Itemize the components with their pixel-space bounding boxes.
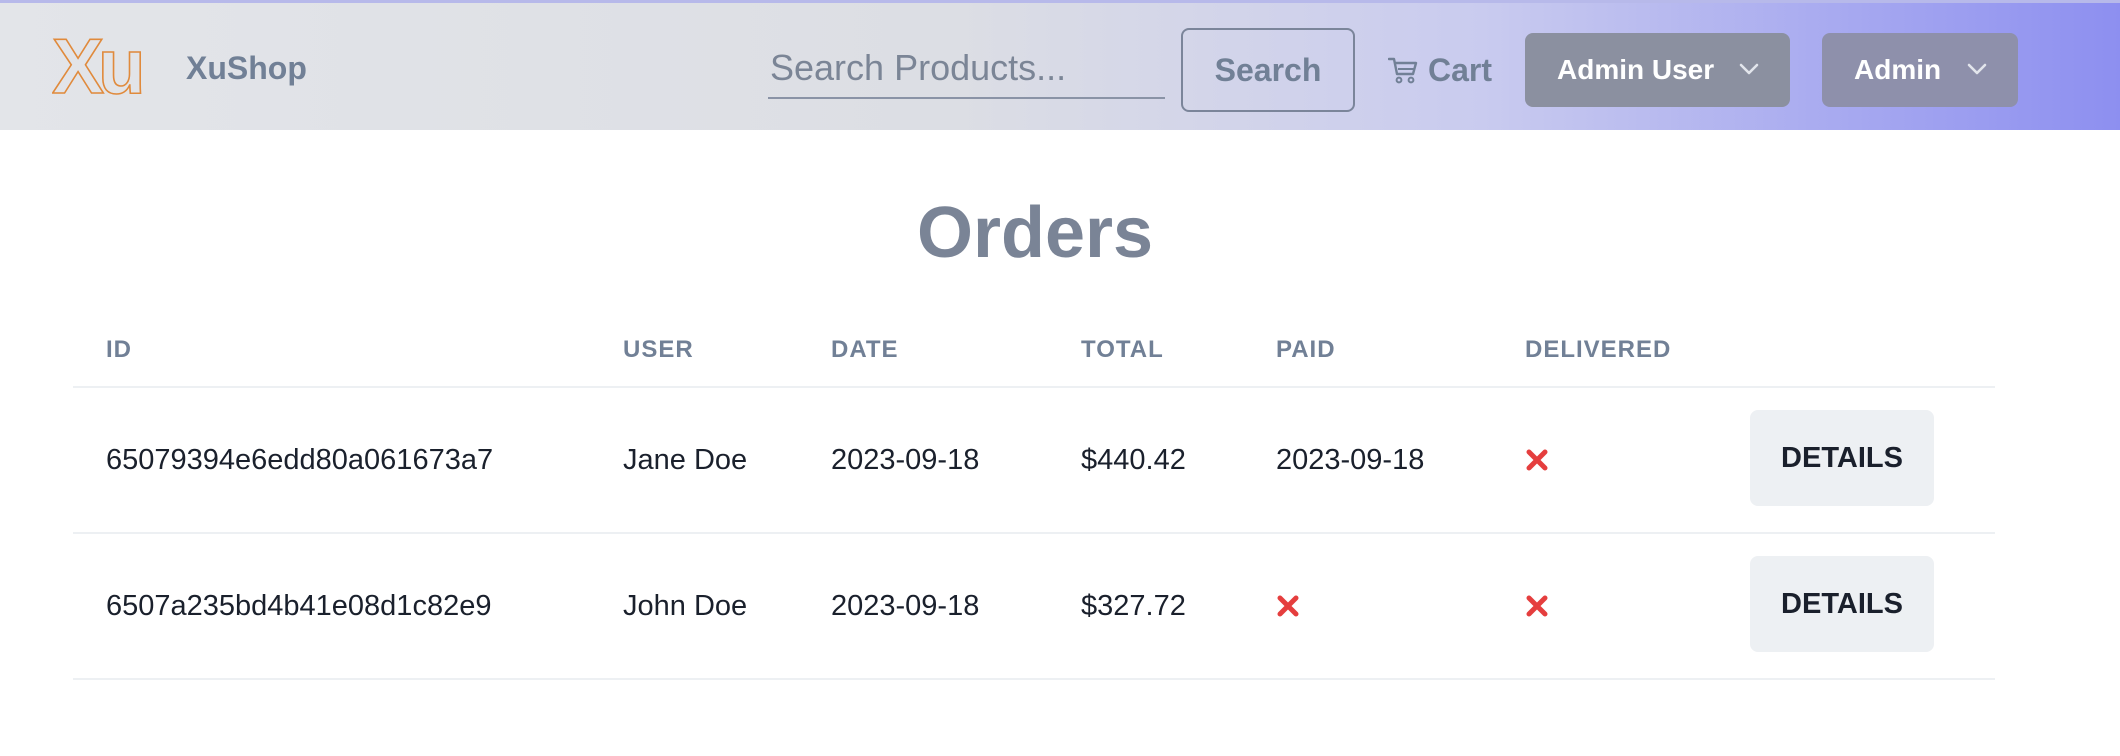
search-button[interactable]: Search xyxy=(1181,28,1355,112)
order-id: 6507a235bd4b41e08d1c82e9 xyxy=(106,590,492,622)
column-header-id: ID xyxy=(106,336,132,363)
order-date: 2023-09-18 xyxy=(831,444,980,476)
cart-label: Cart xyxy=(1428,51,1493,88)
user-menu-label: Admin User xyxy=(1557,54,1715,85)
not-paid-x-icon xyxy=(1277,595,1299,617)
cart-link[interactable]: Cart xyxy=(1388,47,1492,93)
page-title: Orders xyxy=(916,193,1154,273)
order-paid-date: 2023-09-18 xyxy=(1276,444,1425,476)
xushop-logo[interactable]: Xu xyxy=(52,29,152,101)
not-delivered-x-icon xyxy=(1526,449,1548,471)
column-header-paid: PAID xyxy=(1276,336,1336,363)
order-date: 2023-09-18 xyxy=(831,590,980,622)
order-total: $327.72 xyxy=(1081,590,1186,622)
brand-name[interactable]: XuShop xyxy=(186,50,307,87)
user-menu-button[interactable]: Admin User xyxy=(1525,33,1790,107)
admin-menu-label: Admin xyxy=(1854,54,1942,85)
admin-menu-button[interactable]: Admin xyxy=(1822,33,2018,107)
cart-icon xyxy=(1388,57,1418,84)
orders-table: ID USER DATE TOTAL PAID DELIVERED 650793… xyxy=(73,310,1995,680)
column-header-delivered: DELIVERED xyxy=(1525,336,1672,363)
column-header-date: DATE xyxy=(831,336,899,363)
svg-text:Xu: Xu xyxy=(52,29,141,101)
order-user: Jane Doe xyxy=(623,444,748,476)
table-row: 65079394e6edd80a061673a7 Jane Doe 2023-0… xyxy=(73,388,1995,534)
order-id: 65079394e6edd80a061673a7 xyxy=(106,444,494,476)
order-user: John Doe xyxy=(623,590,748,622)
table-header-row: ID USER DATE TOTAL PAID DELIVERED xyxy=(73,310,1995,388)
order-total: $440.42 xyxy=(1081,444,1186,476)
search-input[interactable] xyxy=(768,45,1165,99)
table-row: 6507a235bd4b41e08d1c82e9 John Doe 2023-0… xyxy=(73,534,1995,680)
chevron-down-icon xyxy=(1739,63,1759,75)
details-button[interactable]: DETAILS xyxy=(1750,556,1934,652)
chevron-down-icon xyxy=(1967,63,1987,75)
column-header-total: TOTAL xyxy=(1081,336,1164,363)
details-button[interactable]: DETAILS xyxy=(1750,410,1934,506)
column-header-user: USER xyxy=(623,336,694,363)
not-delivered-x-icon xyxy=(1526,595,1548,617)
top-navbar: Xu XuShop Search Cart Admin User Admin xyxy=(0,0,2120,130)
